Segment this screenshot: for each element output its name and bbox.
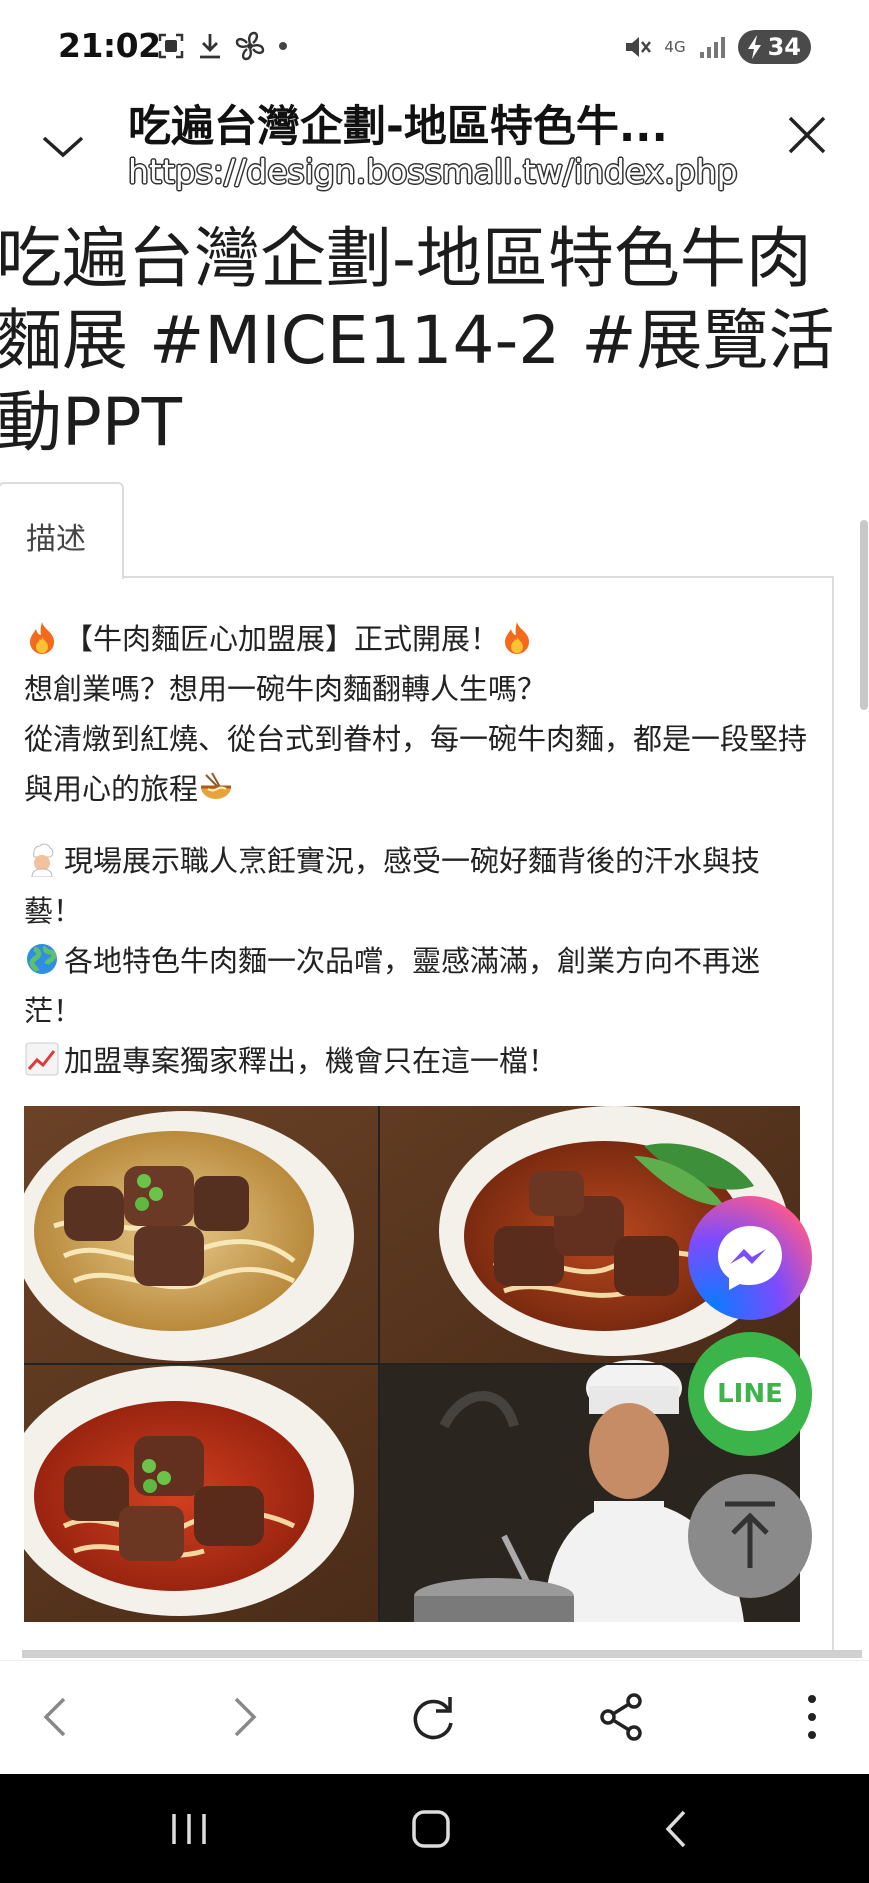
arrow-up-icon [725,1501,775,1568]
tab-strip: 描述 [0,482,834,579]
back-icon[interactable] [28,1689,84,1745]
nav-back-icon[interactable] [652,1804,702,1854]
close-icon[interactable] [782,110,832,160]
desc-line: 從清燉到紅燒、從台式到眷村，每一碗牛肉麵，都是一段堅持與用心的旅程 [24,722,808,806]
dot-icon [279,42,287,50]
forward-icon[interactable] [216,1689,272,1745]
beef-noodle-image [24,1106,800,1622]
more-icon[interactable] [784,1689,840,1745]
screenshot-icon [158,33,184,59]
page-scrollbar[interactable] [860,520,868,710]
share-icon[interactable] [594,1689,650,1745]
fan-icon [235,31,265,61]
system-nav-bar [0,1774,869,1883]
globe-icon [27,944,57,974]
desc-line: 【牛肉麵匠心加盟展】正式開展！ [24,614,814,664]
chart-increasing-icon [25,1042,59,1076]
line-icon: LINE [704,1357,796,1431]
home-icon[interactable] [406,1804,456,1854]
status-icons-left [156,30,290,62]
signal-icon [699,37,725,58]
fire-icon [505,622,530,654]
noodle-bowl-icon [201,772,232,799]
status-time: 21:02 [58,26,161,65]
battery-level: 34 [767,33,801,61]
desc-line: 想創業嗎？想用一碗牛肉麵翻轉人生嗎？ [24,672,547,706]
status-bar: 21:02 4G 34 [0,0,869,92]
desc-line: 加盟專案獨家釋出，機會只在這一檔！ [24,1036,814,1086]
messenger-button[interactable] [688,1196,812,1320]
chef-icon [31,843,54,877]
scroll-to-top-button[interactable] [688,1474,812,1598]
messenger-icon [718,1226,782,1290]
line-button[interactable]: LINE [688,1332,812,1456]
recents-icon[interactable] [164,1804,214,1854]
header-title: 吃遍台灣企劃-地區特色牛... [128,102,668,152]
tab-description[interactable]: 描述 [0,482,124,579]
description-paragraph-1: 【牛肉麵匠心加盟展】正式開展！ 想創業嗎？想用一碗牛肉麵翻轉人生嗎？ 從清燉到紅… [24,614,814,814]
desc-line: 各地特色牛肉麵一次品嚐，靈感滿滿，創業方向不再迷茫！ [24,936,814,1036]
header-url: https://design.bossmall.tw/index.php [128,152,738,191]
custom-tab-header: 吃遍台灣企劃-地區特色牛... https://design.bossmall.… [0,92,869,202]
network-label: 4G [664,38,686,56]
fire-icon [30,622,54,654]
desc-line: 現場展示職人烹飪實況，感受一碗好麵背後的汗水與技藝！ [24,836,814,936]
chevron-down-icon[interactable] [40,122,86,168]
browser-toolbar [0,1660,869,1774]
page-title: 吃遍台灣企劃-地區特色牛肉麵展 #MICE114-2 #展覽活動PPT [0,220,835,461]
line-label: LINE [717,1379,783,1409]
description-paragraph-2: 現場展示職人烹飪實況，感受一碗好麵背後的汗水與技藝！ 各地特色牛肉麵一次品嚐，靈… [24,836,814,1086]
download-icon [200,34,220,59]
status-icons-right: 4G 34 [622,30,811,64]
reload-icon[interactable] [406,1689,462,1745]
mute-icon [626,37,652,57]
battery-icon: 34 [737,30,811,64]
page-progress-bar [22,1650,862,1658]
